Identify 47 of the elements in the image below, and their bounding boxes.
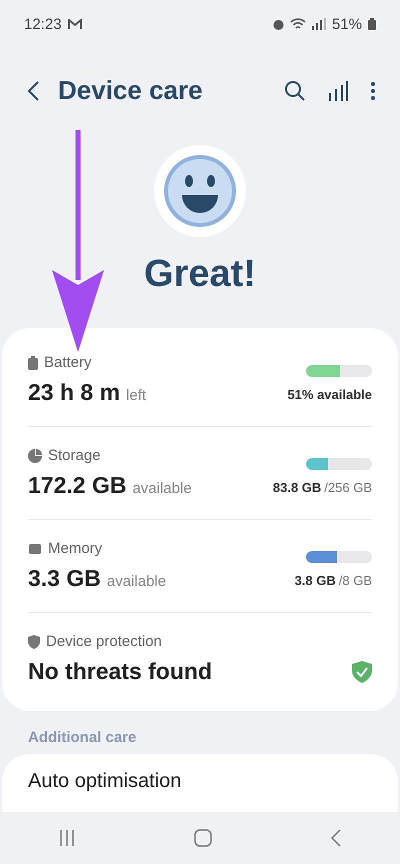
mail-icon bbox=[68, 18, 82, 30]
usage-bar bbox=[306, 458, 372, 470]
status-title: Great! bbox=[144, 253, 256, 296]
protection-item[interactable]: Device protection No threats found bbox=[28, 613, 372, 705]
search-icon[interactable] bbox=[284, 80, 306, 102]
detail-total: /256 GB bbox=[324, 480, 372, 495]
item-label: Battery bbox=[44, 354, 92, 371]
item-label: Device protection bbox=[46, 633, 162, 650]
item-unit: available bbox=[106, 573, 166, 590]
care-item[interactable]: Auto optimisation bbox=[28, 770, 182, 792]
item-unit: left bbox=[126, 387, 146, 404]
usage-bar bbox=[306, 365, 372, 377]
usage-item[interactable]: Battery 23 h 8 m left 51% available bbox=[28, 334, 372, 427]
more-icon[interactable] bbox=[370, 80, 376, 100]
usage-bar bbox=[306, 551, 372, 563]
battery-icon bbox=[28, 356, 38, 370]
page-title: Device care bbox=[58, 75, 204, 106]
section-heading: Additional care bbox=[27, 728, 138, 748]
detail-amount: 83.8 GB bbox=[272, 480, 322, 495]
shield-check-icon bbox=[352, 660, 372, 682]
detail-total: /8 GB bbox=[338, 573, 372, 588]
battery-percent: 51% bbox=[332, 16, 362, 32]
smiley-face-icon bbox=[152, 143, 248, 239]
signal-icon bbox=[312, 18, 326, 30]
home-icon[interactable] bbox=[194, 829, 212, 847]
item-value: No threats found bbox=[28, 658, 212, 685]
back-icon[interactable] bbox=[26, 80, 40, 102]
battery-icon bbox=[368, 18, 376, 30]
alarm-icon bbox=[272, 18, 284, 30]
item-label: Storage bbox=[48, 447, 101, 464]
status-time: 12:23 bbox=[24, 16, 62, 32]
usage-item[interactable]: Storage 172.2 GB available 83.8 GB /256 GB bbox=[28, 427, 372, 520]
item-value: 172.2 GB bbox=[28, 472, 126, 499]
detail-amount: 3.8 GB bbox=[294, 573, 336, 588]
shield-icon bbox=[28, 634, 40, 648]
item-label: Memory bbox=[48, 540, 102, 557]
item-unit: available bbox=[132, 480, 192, 497]
chip-icon bbox=[28, 542, 42, 554]
bar-chart-icon[interactable] bbox=[328, 80, 348, 100]
detail-amount: 51% available bbox=[287, 387, 372, 402]
back-icon[interactable] bbox=[330, 829, 341, 847]
pie-chart-icon bbox=[28, 448, 42, 462]
item-value: 23 h 8 m bbox=[28, 379, 120, 406]
item-value: 3.3 GB bbox=[28, 565, 101, 592]
usage-item[interactable]: Memory 3.3 GB available 3.8 GB /8 GB bbox=[28, 520, 372, 613]
recent-apps-icon[interactable] bbox=[59, 830, 76, 846]
wifi-icon bbox=[290, 18, 306, 30]
